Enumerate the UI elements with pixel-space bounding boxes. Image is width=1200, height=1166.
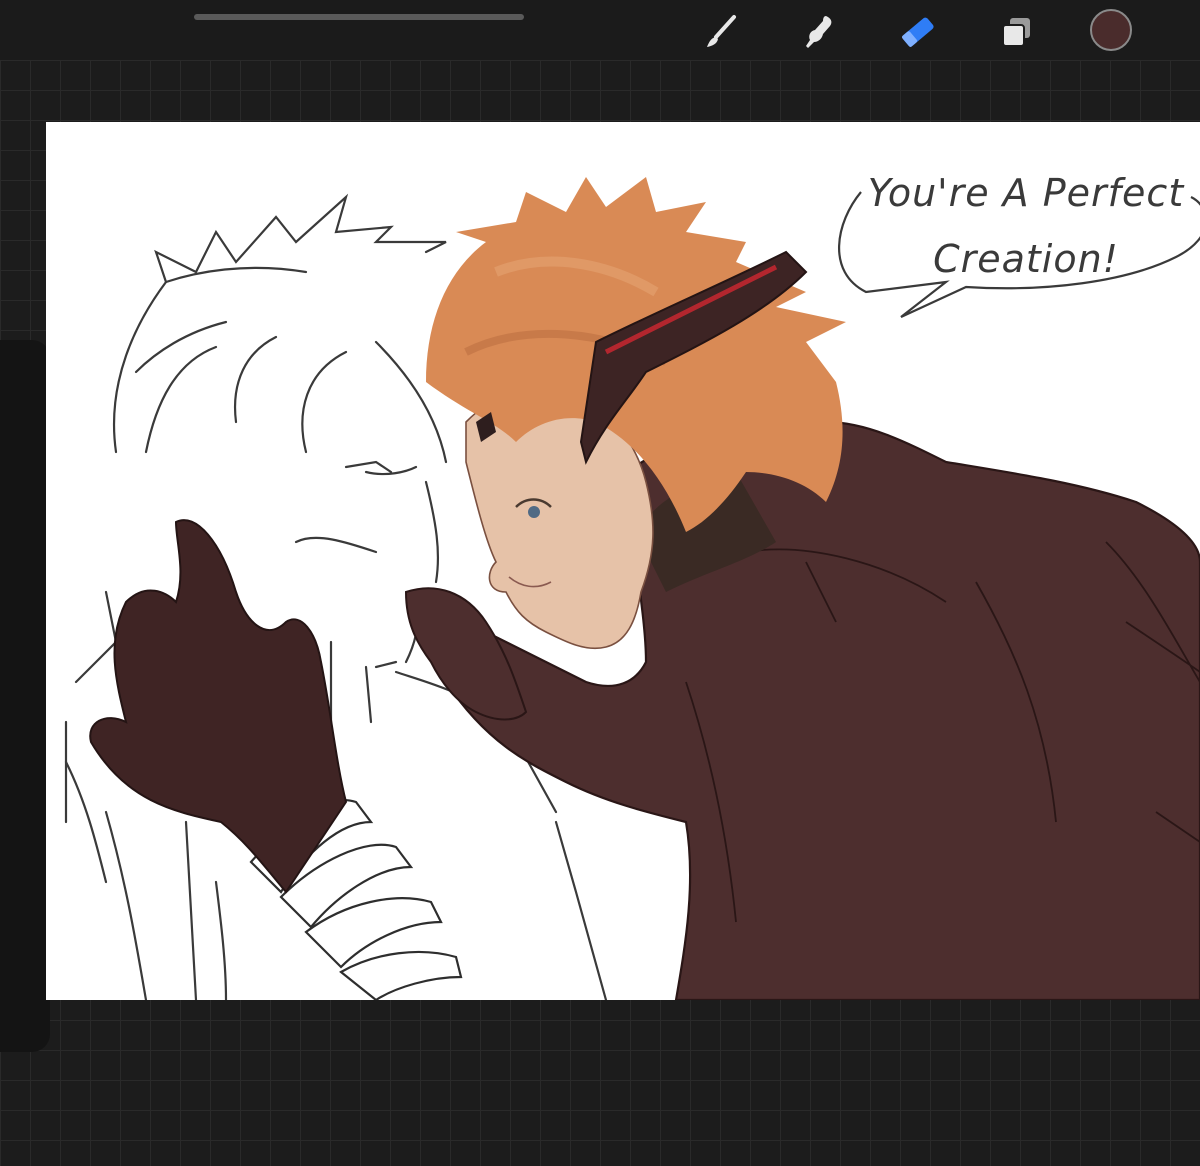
speech-line-1: You're A Perfect bbox=[867, 171, 1185, 215]
smudge-icon bbox=[798, 12, 838, 52]
brush-tool-button[interactable] bbox=[698, 12, 742, 52]
gloved-hand-left bbox=[89, 519, 348, 894]
layers-icon bbox=[996, 12, 1036, 52]
color-picker-swatch[interactable] bbox=[1090, 9, 1132, 51]
drawing-canvas[interactable]: You're A Perfect Creation! bbox=[46, 122, 1200, 1000]
menu-grab-handle[interactable] bbox=[194, 14, 524, 20]
speech-bubble-text: You're A Perfect Creation! bbox=[866, 160, 1186, 292]
eye bbox=[528, 506, 540, 518]
smudge-tool-button[interactable] bbox=[796, 12, 840, 52]
brush-icon bbox=[700, 12, 740, 52]
top-toolbar bbox=[0, 0, 1200, 60]
layers-tool-button[interactable] bbox=[994, 12, 1038, 52]
eraser-icon bbox=[896, 12, 940, 52]
speech-line-2: Creation! bbox=[933, 237, 1119, 281]
eraser-tool-button[interactable] bbox=[896, 12, 940, 52]
sidebar-panel[interactable] bbox=[0, 340, 50, 1052]
